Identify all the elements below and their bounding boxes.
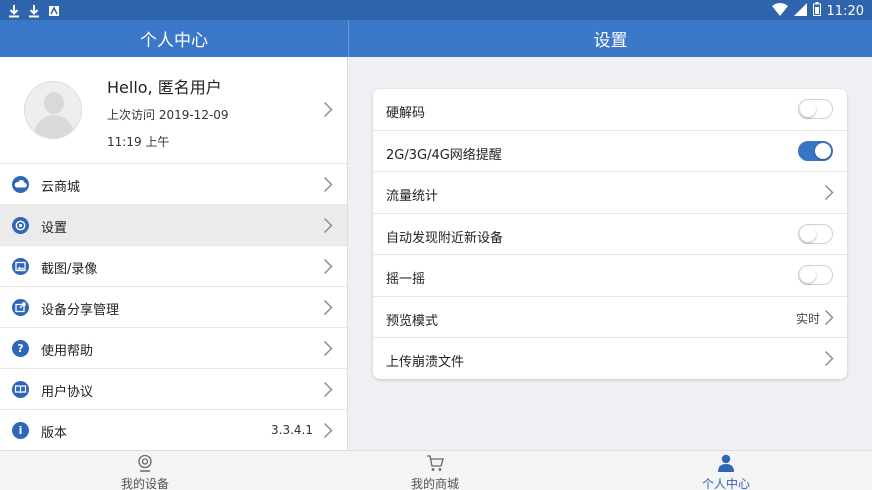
- shake-toggle[interactable]: [798, 265, 833, 285]
- right-header: 设置: [349, 20, 872, 57]
- menu-item-version[interactable]: i 版本 3.3.4.1: [0, 410, 347, 451]
- setting-upload-crash[interactable]: 上传崩溃文件: [373, 338, 847, 379]
- menu-item-label: 云商城: [41, 180, 81, 195]
- setting-label: 2G/3G/4G网络提醒: [386, 147, 502, 163]
- setting-network-reminder: 2G/3G/4G网络提醒: [373, 131, 847, 172]
- settings-icon: [12, 217, 29, 234]
- chevron-right-icon: [324, 341, 333, 356]
- auto-discover-toggle[interactable]: [798, 223, 833, 244]
- wifi-icon: [771, 2, 788, 20]
- chevron-right-icon: [324, 259, 333, 274]
- chevron-right-icon: [324, 423, 333, 438]
- chevron-right-icon: [324, 177, 333, 192]
- left-header-title: 个人中心: [140, 31, 208, 51]
- profile-greeting: Hello, 匿名用户: [107, 78, 222, 97]
- chevron-right-icon: [324, 382, 333, 397]
- chevron-right-icon: [825, 309, 834, 325]
- left-header: 个人中心: [0, 20, 348, 57]
- version-value: 3.3.4.1: [271, 423, 313, 437]
- menu-item-label: 设置: [41, 221, 68, 236]
- tab-my-mall[interactable]: 我的商城: [375, 451, 495, 490]
- network-reminder-toggle[interactable]: [798, 140, 833, 161]
- image-icon: [12, 258, 29, 275]
- share-icon: [12, 299, 29, 316]
- setting-label: 硬解码: [386, 106, 426, 121]
- tab-my-devices[interactable]: 我的设备: [85, 451, 205, 490]
- menu-item-label: 截图/录像: [41, 262, 98, 277]
- setting-label: 自动发现附近新设备: [386, 230, 504, 246]
- setting-preview-mode[interactable]: 预览模式 实时: [373, 297, 847, 338]
- avatar[interactable]: [24, 81, 82, 139]
- bottom-nav: 我的设备 我的商城 个人中心: [0, 450, 872, 490]
- setting-shake: 摇一摇: [373, 255, 847, 297]
- settings-card: 硬解码 2G/3G/4G网络提醒 流量统计 自动发现附近新设备 摇一摇 预览模式…: [373, 89, 847, 379]
- menu-item-device-share[interactable]: 设备分享管理: [0, 287, 347, 328]
- setting-hardware-decode: 硬解码: [373, 89, 847, 131]
- setting-label: 摇一摇: [386, 272, 426, 287]
- menu-item-cloud-mall[interactable]: 云商城: [0, 164, 347, 205]
- book-icon: [12, 381, 29, 398]
- menu-item-settings[interactable]: 设置: [0, 205, 347, 246]
- right-header-title: 设置: [593, 31, 628, 51]
- chevron-right-icon: [324, 300, 333, 315]
- tab-label: 个人中心: [701, 477, 750, 490]
- tab-label: 我的设备: [120, 477, 169, 490]
- menu-item-label: 用户协议: [41, 385, 94, 400]
- chevron-right-icon: [324, 102, 333, 117]
- chevron-right-icon: [825, 185, 834, 200]
- help-icon: ?: [12, 340, 29, 357]
- setting-traffic-stats[interactable]: 流量统计: [373, 172, 847, 214]
- cart-icon: [427, 455, 444, 471]
- tab-label: 我的商城: [410, 477, 459, 490]
- camera-icon: [138, 454, 152, 472]
- tab-personal-center[interactable]: 个人中心: [666, 451, 786, 490]
- setting-label: 上传崩溃文件: [386, 355, 465, 370]
- menu-item-label: 设备分享管理: [41, 303, 120, 318]
- menu-item-label: 使用帮助: [41, 344, 94, 359]
- hardware-decode-toggle[interactable]: [798, 99, 833, 119]
- menu-item-screenshots[interactable]: 截图/录像: [0, 246, 347, 287]
- setting-auto-discover: 自动发现附近新设备: [373, 214, 847, 255]
- cell-signal-icon: [793, 2, 807, 20]
- battery-icon: [812, 2, 821, 20]
- app-notification-icon: [48, 3, 60, 17]
- profile-last-visit-time: 11:19 上午: [107, 135, 170, 149]
- chevron-right-icon: [825, 351, 834, 366]
- cloud-icon: [12, 176, 29, 193]
- setting-label: 流量统计: [386, 189, 439, 204]
- left-pane: Hello, 匿名用户 上次访问 2019-12-09 11:19 上午 云商城…: [0, 57, 348, 451]
- setting-label: 预览模式: [386, 313, 439, 329]
- menu-item-help[interactable]: ? 使用帮助: [0, 328, 347, 369]
- profile-card[interactable]: Hello, 匿名用户 上次访问 2019-12-09 11:19 上午: [0, 57, 347, 164]
- menu-item-user-agreement[interactable]: 用户协议: [0, 369, 347, 410]
- profile-last-visit: 上次访问 2019-12-09: [107, 108, 229, 122]
- download-icon: [8, 3, 20, 18]
- chevron-right-icon: [324, 218, 333, 233]
- status-time: 11:20: [826, 3, 864, 19]
- info-icon: i: [12, 422, 29, 439]
- person-icon: [718, 454, 734, 472]
- preview-mode-value: 实时: [795, 311, 820, 326]
- status-bar: 11:20: [0, 0, 872, 20]
- download-icon: [28, 3, 40, 18]
- menu-item-label: 版本: [41, 426, 68, 441]
